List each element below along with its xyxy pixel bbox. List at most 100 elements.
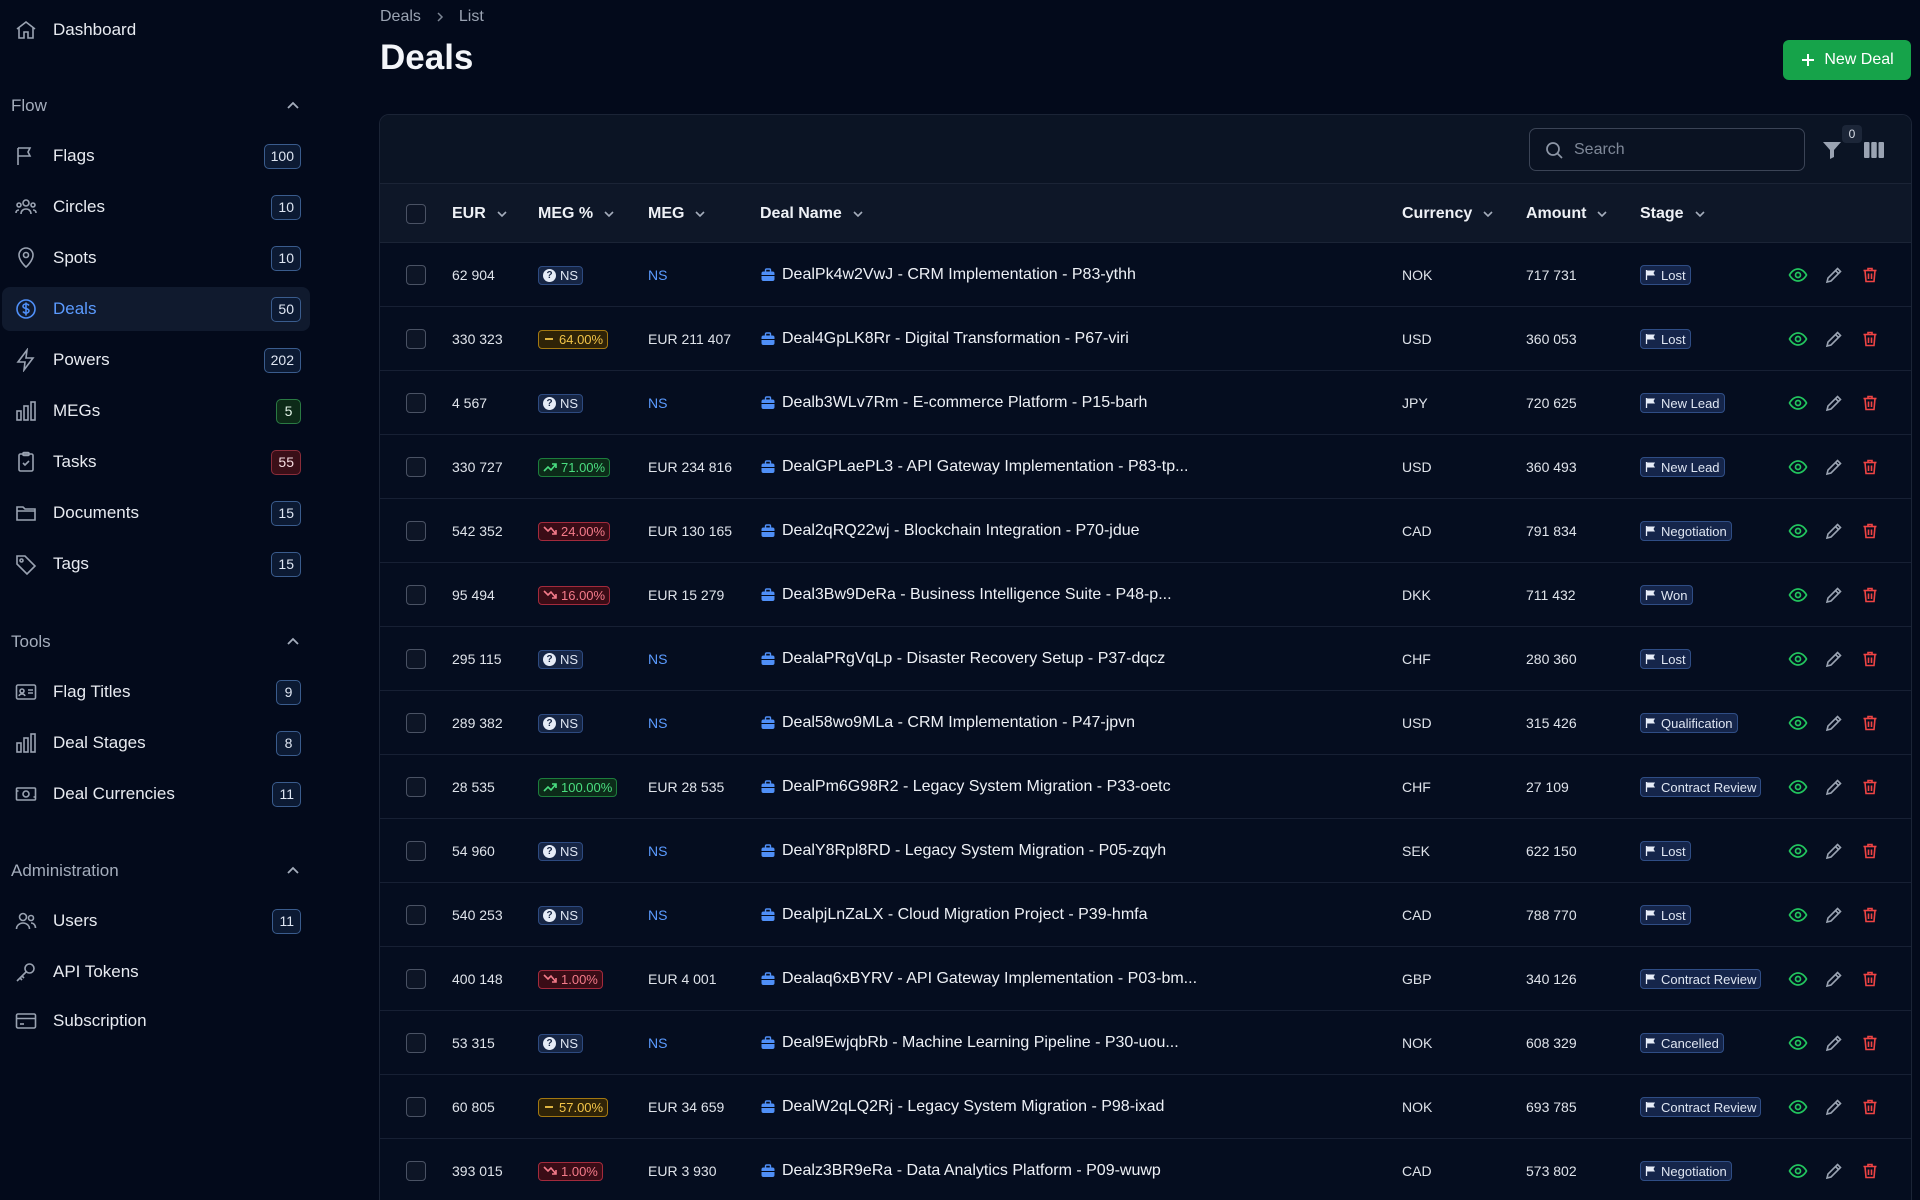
column-header-eur[interactable]: EUR [452,184,510,244]
sidebar-item-tasks[interactable]: Tasks 55 [2,440,310,484]
cell-deal-name[interactable]: DealaPRgVqLp - Disaster Recovery Setup -… [760,627,1165,691]
breadcrumb-item-deals[interactable]: Deals [380,8,421,26]
delete-trash-icon[interactable] [1860,1097,1880,1117]
row-checkbox[interactable] [406,265,426,285]
deal-name-link[interactable]: DealGPLaePL3 - API Gateway Implementatio… [782,458,1188,476]
cell-deal-name[interactable]: Dealaq6xBYRV - API Gateway Implementatio… [760,947,1197,1011]
table-row[interactable]: 400 148 1.00% EUR 4 001 Dealaq6xBYRV - A… [380,947,1911,1011]
table-row[interactable]: 4 567 ? NS NS Dealb3WLv7Rm - E-commerce P… [380,371,1911,435]
sidebar-item-api-tokens[interactable]: API Tokens [2,950,310,994]
cell-deal-name[interactable]: Deal9EwjqbRb - Machine Learning Pipeline… [760,1011,1179,1075]
view-eye-icon[interactable] [1788,393,1808,413]
new-deal-button[interactable]: New Deal [1783,40,1911,80]
edit-pencil-icon[interactable] [1824,841,1844,861]
delete-trash-icon[interactable] [1860,713,1880,733]
sidebar-item-dashboard[interactable]: Dashboard [2,8,310,52]
delete-trash-icon[interactable] [1860,265,1880,285]
table-row[interactable]: 540 253 ? NS NS DealpjLnZaLX - Cloud Migr… [380,883,1911,947]
deal-name-link[interactable]: Dealz3BR9eRa - Data Analytics Platform -… [782,1162,1161,1180]
view-eye-icon[interactable] [1788,777,1808,797]
sidebar-item-spots[interactable]: Spots 10 [2,236,310,280]
row-checkbox[interactable] [406,393,426,413]
view-eye-icon[interactable] [1788,521,1808,541]
edit-pencil-icon[interactable] [1824,457,1844,477]
table-row[interactable]: 330 727 71.00% EUR 234 816 DealGPLaePL3 … [380,435,1911,499]
cell-deal-name[interactable]: DealY8Rpl8RD - Legacy System Migration -… [760,819,1166,883]
edit-pencil-icon[interactable] [1824,329,1844,349]
delete-trash-icon[interactable] [1860,457,1880,477]
sidebar-item-documents[interactable]: Documents 15 [2,491,310,535]
delete-trash-icon[interactable] [1860,393,1880,413]
sidebar-item-megs[interactable]: MEGs 5 [2,389,310,433]
cell-deal-name[interactable]: Deal2qRQ22wj - Blockchain Integration - … [760,499,1140,563]
view-eye-icon[interactable] [1788,457,1808,477]
row-checkbox[interactable] [406,1097,426,1117]
cell-deal-name[interactable]: Dealz3BR9eRa - Data Analytics Platform -… [760,1139,1161,1200]
deal-name-link[interactable]: Deal3Bw9DeRa - Business Intelligence Sui… [782,586,1172,604]
sidebar-item-flags[interactable]: Flags 100 [2,134,310,178]
sidebar-item-flag-titles[interactable]: Flag Titles 9 [2,670,310,714]
table-row[interactable]: 393 015 1.00% EUR 3 930 Dealz3BR9eRa - D… [380,1139,1911,1200]
view-eye-icon[interactable] [1788,1097,1808,1117]
delete-trash-icon[interactable] [1860,329,1880,349]
row-checkbox[interactable] [406,649,426,669]
deal-name-link[interactable]: DealPk4w2VwJ - CRM Implementation - P83-… [782,266,1136,284]
row-checkbox[interactable] [406,457,426,477]
delete-trash-icon[interactable] [1860,1161,1880,1181]
cell-deal-name[interactable]: Deal3Bw9DeRa - Business Intelligence Sui… [760,563,1172,627]
deal-name-link[interactable]: Dealb3WLv7Rm - E-commerce Platform - P15… [782,394,1147,412]
edit-pencil-icon[interactable] [1824,777,1844,797]
deal-name-link[interactable]: DealPm6G98R2 - Legacy System Migration -… [782,778,1171,796]
edit-pencil-icon[interactable] [1824,713,1844,733]
cell-deal-name[interactable]: DealPm6G98R2 - Legacy System Migration -… [760,755,1171,819]
edit-pencil-icon[interactable] [1824,265,1844,285]
row-checkbox[interactable] [406,585,426,605]
row-checkbox[interactable] [406,1033,426,1053]
delete-trash-icon[interactable] [1860,585,1880,605]
edit-pencil-icon[interactable] [1824,1097,1844,1117]
sidebar-item-deal-stages[interactable]: Deal Stages 8 [2,721,310,765]
filter-icon[interactable] [1821,139,1845,163]
deal-name-link[interactable]: Dealaq6xBYRV - API Gateway Implementatio… [782,970,1197,988]
view-eye-icon[interactable] [1788,841,1808,861]
deal-name-link[interactable]: Deal9EwjqbRb - Machine Learning Pipeline… [782,1034,1179,1052]
deal-name-link[interactable]: Deal2qRQ22wj - Blockchain Integration - … [782,522,1140,540]
view-eye-icon[interactable] [1788,585,1808,605]
sidebar-item-deals[interactable]: Deals 50 [2,287,310,331]
edit-pencil-icon[interactable] [1824,649,1844,669]
cell-deal-name[interactable]: Deal4GpLK8Rr - Digital Transformation - … [760,307,1129,371]
edit-pencil-icon[interactable] [1824,393,1844,413]
search-input[interactable] [1574,140,1794,159]
sidebar-item-deal-currencies[interactable]: Deal Currencies 11 [2,772,310,816]
row-checkbox[interactable] [406,905,426,925]
cell-deal-name[interactable]: DealW2qLQ2Rj - Legacy System Migration -… [760,1075,1164,1139]
delete-trash-icon[interactable] [1860,841,1880,861]
view-eye-icon[interactable] [1788,905,1808,925]
view-eye-icon[interactable] [1788,329,1808,349]
cell-deal-name[interactable]: Dealb3WLv7Rm - E-commerce Platform - P15… [760,371,1147,435]
edit-pencil-icon[interactable] [1824,969,1844,989]
section-flow[interactable]: Flow [11,92,303,120]
row-checkbox[interactable] [406,969,426,989]
deal-name-link[interactable]: DealY8Rpl8RD - Legacy System Migration -… [782,842,1166,860]
table-row[interactable]: 295 115 ? NS NS DealaPRgVqLp - Disaster R… [380,627,1911,691]
section-tools[interactable]: Tools [11,628,303,656]
delete-trash-icon[interactable] [1860,969,1880,989]
deal-name-link[interactable]: DealpjLnZaLX - Cloud Migration Project -… [782,906,1148,924]
row-checkbox[interactable] [406,777,426,797]
sidebar-item-circles[interactable]: Circles 10 [2,185,310,229]
table-row[interactable]: 28 535 100.00% EUR 28 535 DealPm6G98R2 -… [380,755,1911,819]
column-header-meg[interactable]: MEG [648,184,708,244]
edit-pencil-icon[interactable] [1824,1033,1844,1053]
edit-pencil-icon[interactable] [1824,585,1844,605]
row-checkbox[interactable] [406,713,426,733]
sidebar-item-subscription[interactable]: Subscription [2,999,310,1043]
view-eye-icon[interactable] [1788,649,1808,669]
section-administration[interactable]: Administration [11,857,303,885]
cell-deal-name[interactable]: DealpjLnZaLX - Cloud Migration Project -… [760,883,1148,947]
view-eye-icon[interactable] [1788,1161,1808,1181]
table-row[interactable]: 60 805 57.00% EUR 34 659 DealW2qLQ2Rj - … [380,1075,1911,1139]
deal-name-link[interactable]: DealW2qLQ2Rj - Legacy System Migration -… [782,1098,1164,1116]
delete-trash-icon[interactable] [1860,905,1880,925]
row-checkbox[interactable] [406,521,426,541]
